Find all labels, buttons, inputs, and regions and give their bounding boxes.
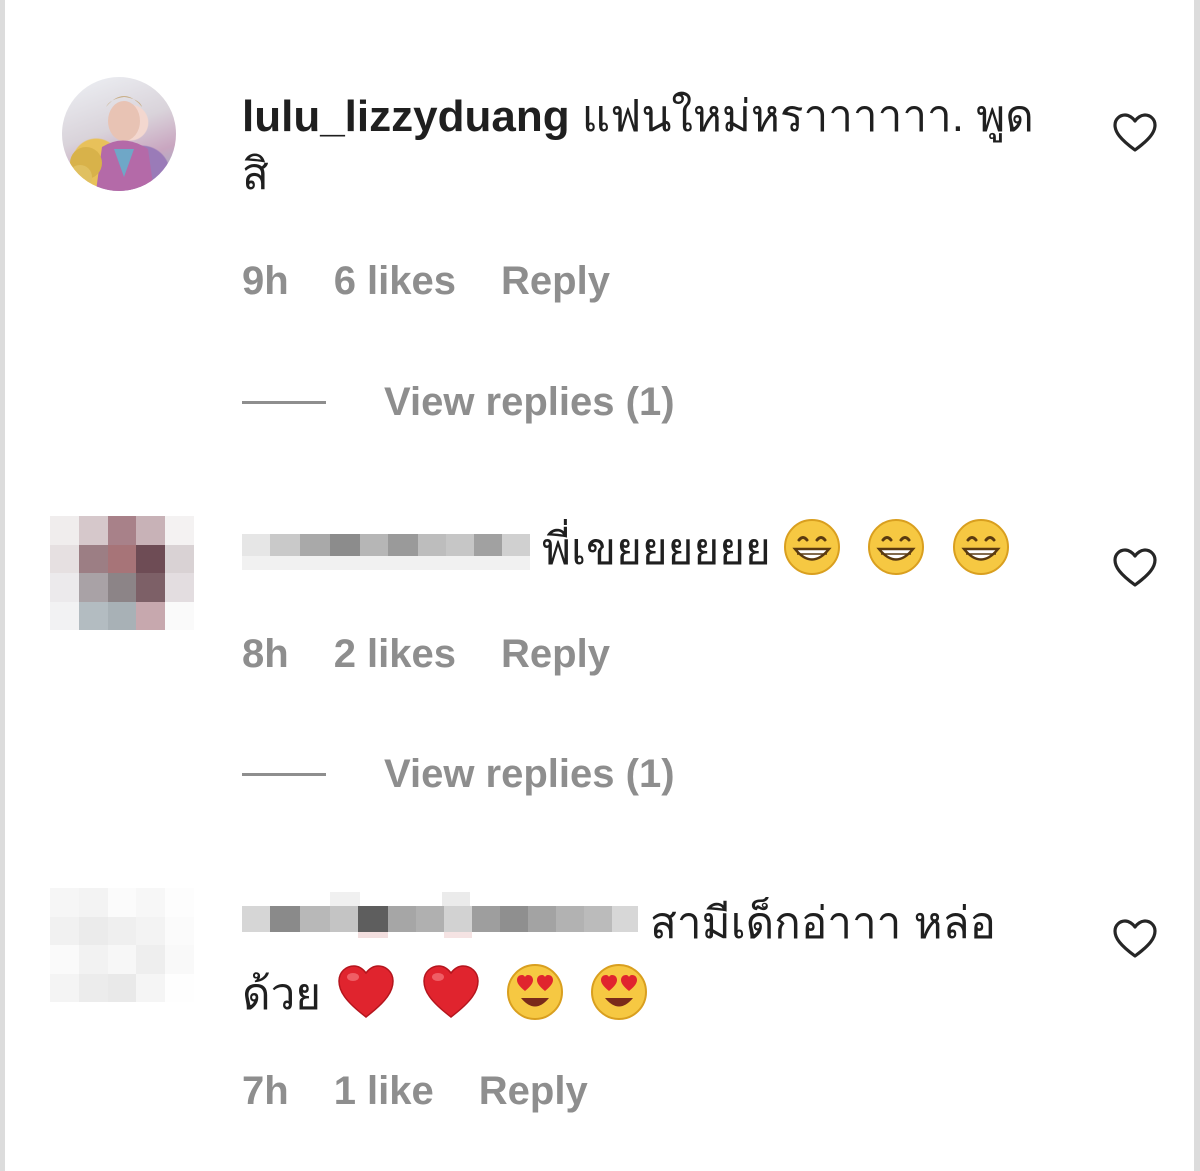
comment-meta: 7h 1 like Reply xyxy=(242,1069,588,1114)
comment-meta: 9h 6 likes Reply xyxy=(242,259,610,304)
reply-button[interactable]: Reply xyxy=(501,632,610,677)
heart-eyes-emoji xyxy=(506,964,563,1020)
like-count[interactable]: 1 like xyxy=(334,1069,434,1114)
comment-text: lulu_lizzyduang แฟนใหม่หราาาาาา. พูดสิ xyxy=(242,88,1052,204)
heart-outline-icon[interactable] xyxy=(1112,547,1158,589)
timestamp: 9h xyxy=(242,259,289,303)
reply-button[interactable]: Reply xyxy=(501,259,610,304)
heart-outline-icon[interactable] xyxy=(1112,112,1158,154)
username[interactable]: lulu_lizzyduang xyxy=(242,92,570,141)
avatar[interactable] xyxy=(62,77,176,191)
like-count[interactable]: 2 likes xyxy=(334,632,456,677)
emoji-row xyxy=(783,519,1009,575)
grinning-face-emoji xyxy=(868,519,925,575)
divider-line xyxy=(242,401,326,404)
comment-text: พี่เขยยยยยย xyxy=(242,518,1052,589)
like-count[interactable]: 6 likes xyxy=(334,259,456,304)
emoji-row xyxy=(321,964,648,1020)
grinning-face-emoji xyxy=(952,519,1009,575)
heart-eyes-emoji xyxy=(591,964,647,1020)
comment-body-line2: ด้วย xyxy=(242,970,322,1019)
view-replies-label: View replies (1) xyxy=(384,752,675,796)
timestamp: 8h xyxy=(242,632,289,676)
left-frame-border xyxy=(0,0,5,1171)
comment-text: สามีเด็กอ่าาา หล่อ ด้วย xyxy=(242,892,1052,1024)
avatar[interactable] xyxy=(50,888,194,1002)
timestamp: 7h xyxy=(242,1069,289,1113)
red-heart-emoji xyxy=(338,965,395,1018)
view-replies-button[interactable]: View replies (1) xyxy=(242,380,675,425)
right-frame-border xyxy=(1194,0,1200,1171)
reply-button[interactable]: Reply xyxy=(479,1069,588,1114)
avatar[interactable] xyxy=(50,516,194,630)
comment-body: พี่เขยยยยยย xyxy=(542,525,771,574)
view-replies-label: View replies (1) xyxy=(384,380,675,424)
comment-body: สามีเด็กอ่าาา หล่อ xyxy=(650,899,996,948)
comment-meta: 8h 2 likes Reply xyxy=(242,632,610,677)
heart-outline-icon[interactable] xyxy=(1112,918,1158,960)
view-replies-button[interactable]: View replies (1) xyxy=(242,752,675,797)
red-heart-emoji xyxy=(422,965,479,1018)
username-blurred[interactable] xyxy=(242,520,530,589)
grinning-face-emoji xyxy=(784,519,841,575)
username-blurred[interactable] xyxy=(242,892,638,963)
divider-line xyxy=(242,773,326,776)
